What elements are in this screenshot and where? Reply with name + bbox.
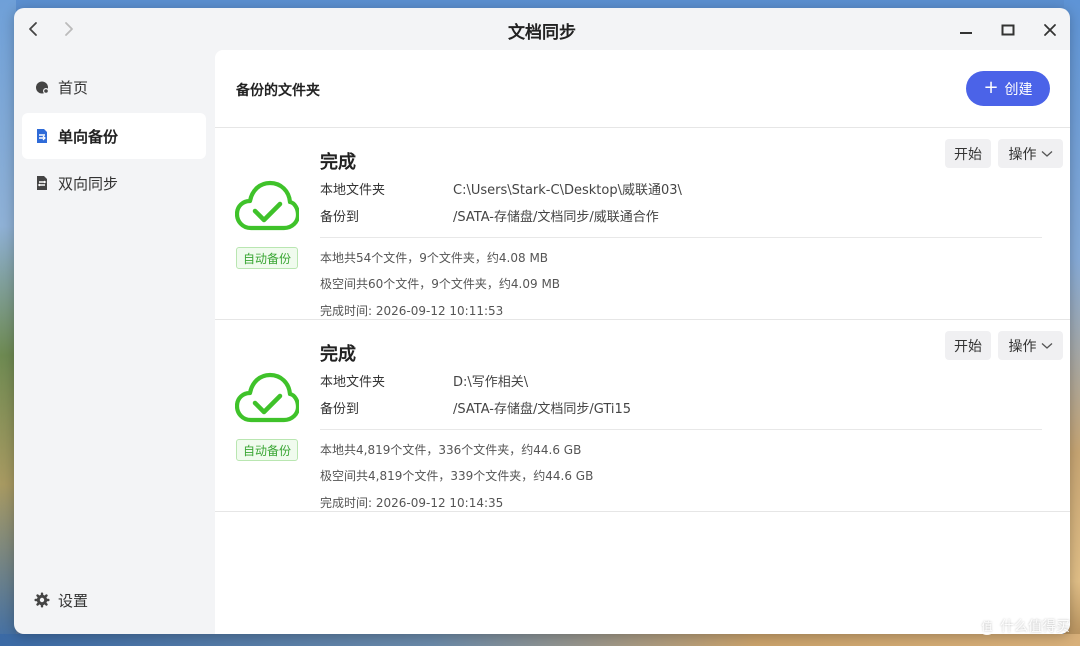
start-button[interactable]: 开始 <box>945 331 991 360</box>
titlebar: 文档同步 <box>14 8 1070 50</box>
finished-time: 完成时间: 2026-09-12 10:14:35 <box>320 496 504 510</box>
maximize-button[interactable] <box>996 18 1020 42</box>
watermark: 值 什么值得买 <box>978 616 1070 636</box>
back-button[interactable] <box>22 18 44 40</box>
auto-backup-badge: 自动备份 <box>236 439 298 461</box>
main-panel: 备份的文件夹 + 创建 自动备份 完成 本地文件夹 C:\Users\Stark… <box>215 50 1070 634</box>
one-way-backup-icon <box>34 128 50 144</box>
cloud-check-icon <box>235 372 299 423</box>
remote-stats: 极空间共60个文件，9个文件夹，约4.09 MB <box>320 277 561 291</box>
finished-time: 完成时间: 2026-09-12 10:11:53 <box>320 304 504 318</box>
wallpaper-bottom <box>0 634 1080 646</box>
minimize-icon <box>960 32 972 34</box>
backup-dest-path: /SATA-存储盘/文档同步/威联通合作 <box>453 210 659 225</box>
sidebar-item-two-way-sync[interactable]: 双向同步 <box>22 160 206 206</box>
sidebar-item-home[interactable]: 首页 <box>22 64 206 110</box>
cloud-check-icon <box>235 180 299 231</box>
operations-label: 操作 <box>1008 146 1037 163</box>
create-button-label: 创建 <box>1004 81 1033 98</box>
local-stats: 本地共4,819个文件，336个文件夹，约44.6 GB <box>320 443 582 457</box>
card-divider <box>320 429 1042 430</box>
section-title: 备份的文件夹 <box>236 83 320 99</box>
card-divider <box>320 237 1042 238</box>
remote-stats: 极空间共4,819个文件，339个文件夹，约44.6 GB <box>320 469 594 483</box>
start-button[interactable]: 开始 <box>945 139 991 168</box>
backup-dest-label: 备份到 <box>320 402 360 417</box>
chevron-down-icon <box>1041 342 1052 349</box>
maximize-icon <box>1001 24 1015 36</box>
operations-label: 操作 <box>1008 338 1037 355</box>
home-icon <box>34 79 50 95</box>
sidebar-item-label: 单向备份 <box>58 127 119 146</box>
backup-task-card: 自动备份 完成 本地文件夹 D:\写作相关\ 备份到 /SATA-存储盘/文档同… <box>215 320 1070 512</box>
window-title: 文档同步 <box>508 23 576 43</box>
local-folder-path: D:\写作相关\ <box>453 375 529 390</box>
sidebar-item-label: 双向同步 <box>58 174 119 193</box>
sidebar-item-label: 设置 <box>58 591 89 610</box>
watermark-logo: 值 <box>978 617 996 635</box>
sidebar-item-settings[interactable]: 设置 <box>22 577 206 623</box>
minimize-button[interactable] <box>954 18 978 42</box>
app-window: 文档同步 首页 单向备份 双向同步 设置 备份的文件夹 + 创建 自动备份 完成… <box>14 8 1070 634</box>
local-folder-label: 本地文件夹 <box>320 183 386 198</box>
sidebar: 首页 单向备份 双向同步 设置 <box>14 50 214 634</box>
task-status: 完成 <box>320 152 356 173</box>
close-icon <box>1044 24 1056 36</box>
chevron-down-icon <box>1041 150 1052 157</box>
auto-backup-badge: 自动备份 <box>236 247 298 269</box>
backup-task-card: 自动备份 完成 本地文件夹 C:\Users\Stark-C\Desktop\威… <box>215 128 1070 320</box>
main-header: 备份的文件夹 + 创建 <box>215 50 1070 128</box>
chevron-right-icon <box>65 22 73 36</box>
two-way-sync-icon <box>34 175 50 191</box>
close-button[interactable] <box>1038 18 1062 42</box>
sidebar-item-label: 首页 <box>58 78 89 97</box>
backup-dest-path: /SATA-存储盘/文档同步/GTi15 <box>453 402 632 417</box>
watermark-text: 什么值得买 <box>1000 619 1070 635</box>
task-status: 完成 <box>320 344 356 365</box>
backup-dest-label: 备份到 <box>320 210 360 225</box>
local-folder-label: 本地文件夹 <box>320 375 386 390</box>
gear-icon <box>34 592 50 608</box>
operations-dropdown[interactable]: 操作 <box>998 139 1063 168</box>
forward-button[interactable] <box>58 18 80 40</box>
local-stats: 本地共54个文件，9个文件夹，约4.08 MB <box>320 251 549 265</box>
local-folder-path: C:\Users\Stark-C\Desktop\威联通03\ <box>453 183 682 198</box>
chevron-left-icon <box>29 22 37 36</box>
plus-icon: + <box>983 76 999 98</box>
create-button[interactable]: + 创建 <box>966 71 1050 106</box>
operations-dropdown[interactable]: 操作 <box>998 331 1063 360</box>
sidebar-item-one-way-backup[interactable]: 单向备份 <box>22 113 206 159</box>
